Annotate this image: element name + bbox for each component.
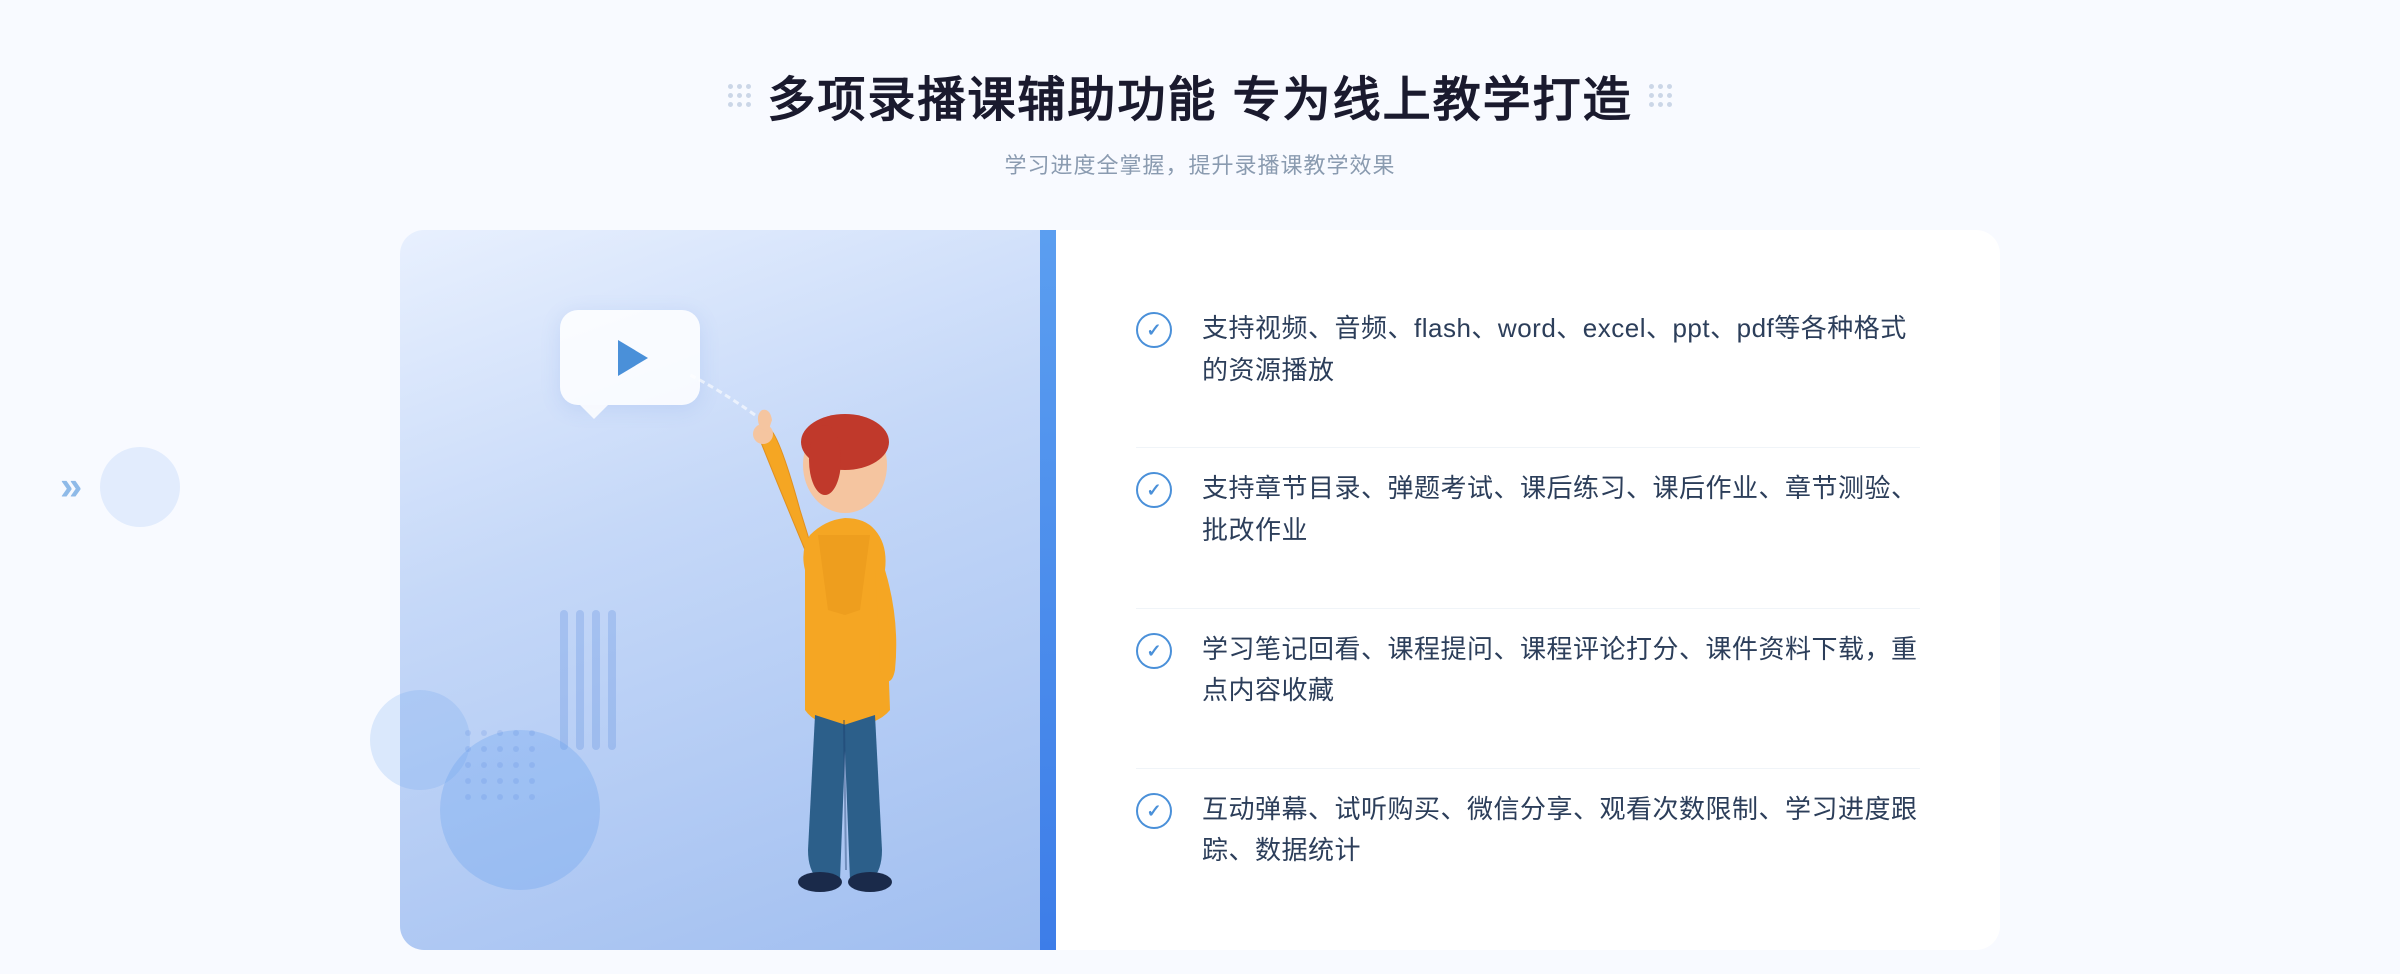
sub-title: 学习进度全掌握，提升录播课教学效果	[728, 148, 1671, 180]
check-mark-4: ✓	[1146, 802, 1161, 820]
main-title: 多项录播课辅助功能 专为线上教学打造	[767, 60, 1632, 130]
page-container: 多项录播课辅助功能 专为线上教学打造 学习进度全掌握，提升录播课教学效果	[0, 0, 2400, 974]
feature-item-3: ✓ 学习笔记回看、课程提问、课程评论打分、课件资料下载，重点内容收藏	[1136, 608, 1920, 732]
header-section: 多项录播课辅助功能 专为线上教学打造 学习进度全掌握，提升录播课教学效果	[728, 0, 1671, 180]
check-icon-4: ✓	[1136, 793, 1172, 829]
ill-circle-medium	[370, 690, 470, 790]
check-circle-4: ✓	[1136, 793, 1172, 829]
check-circle-2: ✓	[1136, 472, 1172, 508]
left-chevron-icon: »	[60, 465, 82, 510]
illustration-area	[400, 230, 1040, 950]
feature-text-4: 互动弹幕、试听购买、微信分享、观看次数限制、学习进度跟踪、数据统计	[1202, 789, 1920, 872]
feature-item-2: ✓ 支持章节目录、弹题考试、课后练习、课后作业、章节测验、批改作业	[1136, 447, 1920, 571]
check-icon-2: ✓	[1136, 472, 1172, 508]
ill-dots-pattern	[460, 725, 540, 810]
feature-item-1: ✓ 支持视频、音频、flash、word、excel、ppt、pdf等各种格式的…	[1136, 288, 1920, 411]
blue-bar	[1040, 230, 1056, 950]
check-circle-1: ✓	[1136, 312, 1172, 348]
check-mark-1: ✓	[1146, 321, 1161, 339]
feature-text-2: 支持章节目录、弹题考试、课后练习、课后作业、章节测验、批改作业	[1202, 468, 1920, 551]
bubble-tail	[580, 405, 608, 419]
decorative-dots-left	[728, 84, 751, 107]
person-figure	[660, 370, 980, 950]
features-area: ✓ 支持视频、音频、flash、word、excel、ppt、pdf等各种格式的…	[1056, 230, 2000, 950]
check-icon-1: ✓	[1136, 312, 1172, 348]
check-mark-2: ✓	[1146, 481, 1161, 499]
play-icon	[618, 340, 648, 376]
check-circle-3: ✓	[1136, 633, 1172, 669]
feature-text-3: 学习笔记回看、课程提问、课程评论打分、课件资料下载，重点内容收藏	[1202, 629, 1920, 712]
title-row: 多项录播课辅助功能 专为线上教学打造	[728, 60, 1671, 130]
feature-text-1: 支持视频、音频、flash、word、excel、ppt、pdf等各种格式的资源…	[1202, 308, 1920, 391]
ill-stripes	[560, 610, 620, 750]
decorative-dots-right	[1649, 84, 1672, 107]
feature-item-4: ✓ 互动弹幕、试听购买、微信分享、观看次数限制、学习进度跟踪、数据统计	[1136, 768, 1920, 892]
content-section: ✓ 支持视频、音频、flash、word、excel、ppt、pdf等各种格式的…	[400, 230, 2000, 950]
bg-circle-decoration	[100, 447, 180, 527]
check-icon-3: ✓	[1136, 633, 1172, 669]
check-mark-3: ✓	[1146, 642, 1161, 660]
